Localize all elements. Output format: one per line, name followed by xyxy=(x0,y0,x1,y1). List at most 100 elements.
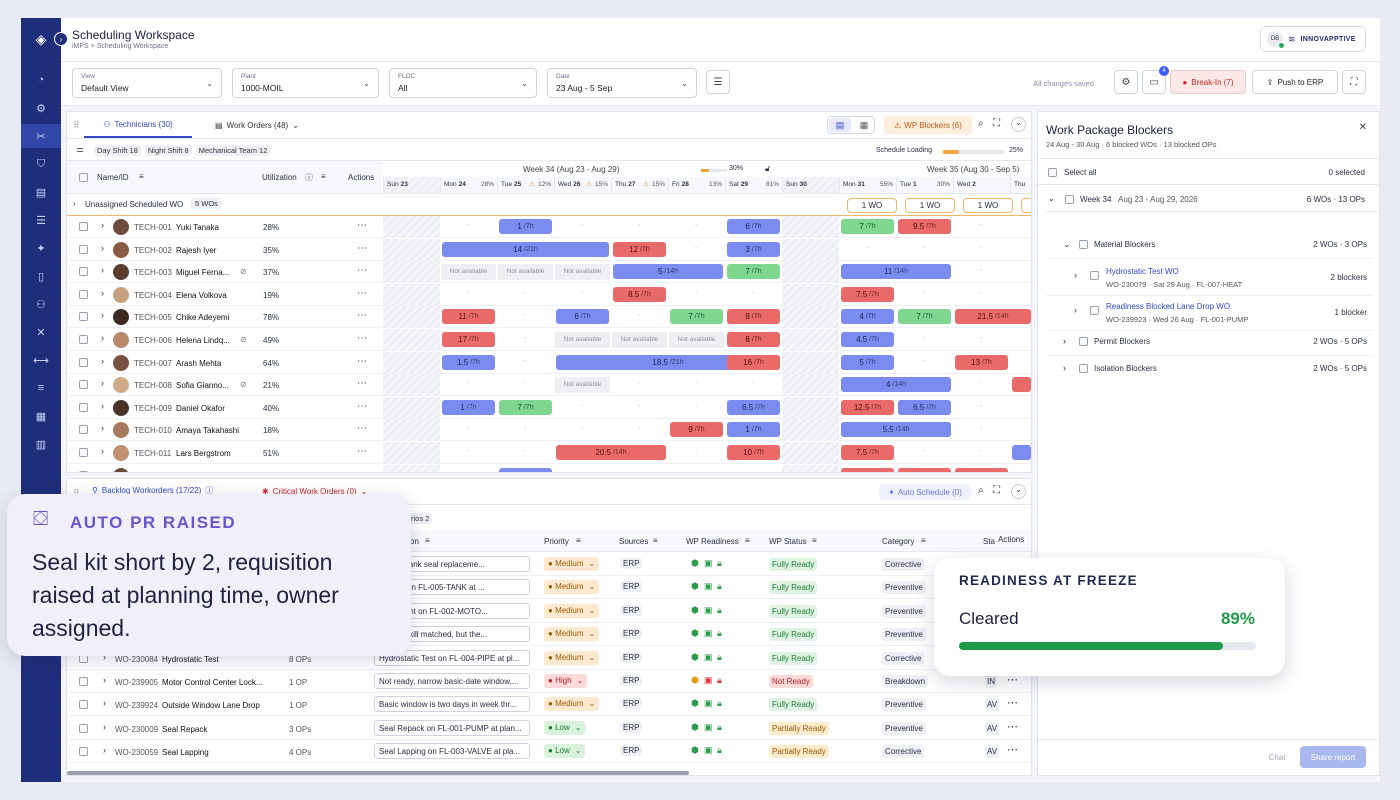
sparkle-icon[interactable]: ✦ xyxy=(21,236,61,260)
schedule-bar[interactable]: 12/7h xyxy=(613,241,666,257)
row-checkbox[interactable] xyxy=(79,402,88,412)
blocker-link[interactable]: Hydrostatic Test WO xyxy=(1106,267,1179,276)
archive-icon[interactable]: ▤ xyxy=(21,180,61,204)
schedule-bar[interactable]: 12.5/7h xyxy=(841,399,894,415)
gantt-view-icon[interactable]: ▤ xyxy=(829,118,851,132)
priority-select[interactable]: ● Low ⌄ xyxy=(544,720,586,735)
schedule-bar[interactable]: 16/7h xyxy=(727,354,780,370)
chevron-right-icon[interactable]: › xyxy=(101,310,104,320)
schedule-bar[interactable]: 6/7h xyxy=(556,309,609,325)
chevron-right-icon[interactable]: › xyxy=(73,199,76,208)
schedule-bar[interactable]: 1/7h xyxy=(727,422,780,438)
blocker-group[interactable]: › Isolation Blockers 2 WOs · 5 OPs xyxy=(1046,356,1373,382)
share-report-button[interactable]: Share report xyxy=(1300,746,1366,768)
messages-button[interactable]: ▭ 4 xyxy=(1142,66,1169,94)
priority-select[interactable]: ● Medium ⌄ xyxy=(544,650,600,665)
drag-handle-icon[interactable]: ⠿ xyxy=(73,120,80,131)
more-actions-icon[interactable]: ⋯ xyxy=(1007,720,1018,733)
more-actions-icon[interactable]: ⋯ xyxy=(357,401,367,412)
settings-button[interactable]: ⚙ xyxy=(1114,70,1138,94)
select-all-checkbox[interactable] xyxy=(1048,168,1057,177)
shift-chip[interactable]: Mechanical Team 12 xyxy=(195,145,271,156)
plant-select[interactable]: Plant 1000-MOIL ⌄ xyxy=(232,68,379,98)
filter-icon[interactable]: ≡ xyxy=(812,536,817,545)
schedule-bar[interactable]: 11/14h xyxy=(841,264,951,280)
row-checkbox[interactable] xyxy=(79,335,88,344)
more-actions-icon[interactable]: ⋯ xyxy=(1007,696,1018,709)
filter-icon[interactable]: ≡ xyxy=(745,536,750,545)
settings-cog-icon[interactable]: ⚙ xyxy=(21,96,61,120)
schedule-bar[interactable]: 4/7h xyxy=(841,309,894,325)
chevron-icon[interactable]: › xyxy=(1063,336,1066,346)
filter-icon[interactable]: ≡ xyxy=(921,536,926,545)
chevron-right-icon[interactable]: › xyxy=(101,288,104,298)
chevron-icon[interactable]: ⌄ xyxy=(1063,239,1071,250)
users-icon[interactable]: ⚇ xyxy=(21,292,61,316)
chevron-right-icon[interactable]: › xyxy=(103,698,106,708)
schedule-bar[interactable]: 7/7h xyxy=(727,264,780,280)
lock-icon[interactable]: 🔓︎ xyxy=(765,164,770,174)
priority-select[interactable]: ● Medium ⌄ xyxy=(544,697,600,712)
user-brand-menu[interactable]: DB ≋ INNOVAPPTIVE xyxy=(1260,26,1366,52)
more-actions-icon[interactable]: ⋯ xyxy=(357,243,367,254)
filter-icon[interactable]: ≡ xyxy=(576,536,581,545)
expand-rail-chevron-icon[interactable]: › xyxy=(54,32,68,46)
schedule-bar[interactable] xyxy=(1012,377,1031,393)
info-icon[interactable]: ⓘ xyxy=(305,172,313,183)
wo-description[interactable]: Seal Repack on FL-001-PUMP at plan... xyxy=(374,719,530,736)
schedule-bar[interactable]: 7/7h xyxy=(898,309,951,325)
sliders-icon[interactable]: ⚌ xyxy=(76,144,84,155)
schedule-bar[interactable]: 6.5/7h xyxy=(898,399,951,415)
group-checkbox[interactable] xyxy=(1079,337,1088,346)
schedule-bar[interactable]: 8.5/7h xyxy=(613,286,666,302)
chevron-right-icon[interactable]: › xyxy=(101,220,104,230)
schedule-bar[interactable]: 14/21h xyxy=(442,241,609,257)
search-icon[interactable]: ⌕ xyxy=(978,485,984,496)
tab-technicians[interactable]: ⚇ Technicians (30) xyxy=(84,112,192,138)
wo-description[interactable]: Seal Lapping on FL-003-VALVE at pla... xyxy=(374,743,530,760)
chevron-right-icon[interactable]: › xyxy=(1074,270,1077,280)
schedule-bar[interactable]: 7/7h xyxy=(499,399,552,415)
schedule-bar[interactable]: 11/7h xyxy=(442,309,495,325)
push-to-erp-button[interactable]: ⇪ Push to ERP xyxy=(1252,70,1338,94)
schedule-bar[interactable] xyxy=(955,467,1008,472)
schedule-bar[interactable]: 4.5/7h xyxy=(841,332,894,347)
group-checkbox[interactable] xyxy=(1079,364,1088,373)
chevron-right-icon[interactable]: › xyxy=(101,243,104,253)
more-actions-icon[interactable]: ⋯ xyxy=(357,423,367,434)
more-actions-icon[interactable]: ⋯ xyxy=(357,469,367,472)
schedule-bar[interactable]: 8/7h xyxy=(727,332,780,347)
wrench-icon[interactable]: ✕ xyxy=(21,320,61,344)
more-actions-icon[interactable]: ⋯ xyxy=(357,310,367,321)
schedule-bar[interactable]: 5/14h xyxy=(613,264,723,280)
row-checkbox[interactable] xyxy=(79,747,88,757)
chevron-right-icon[interactable]: › xyxy=(101,401,104,411)
schedule-bar[interactable]: 1/7h xyxy=(442,399,495,415)
row-checkbox[interactable] xyxy=(79,244,88,254)
backlog-row[interactable]: › WO-239905 Motor Control Center Lock... 1 … xyxy=(67,670,1031,693)
schedule-bar[interactable]: 21.5/14h xyxy=(955,309,1031,325)
chevron-right-icon[interactable]: › xyxy=(103,722,106,732)
row-checkbox[interactable] xyxy=(79,289,88,299)
collapse-chevron-icon[interactable]: ⌄ xyxy=(1011,484,1026,499)
more-actions-icon[interactable]: ⋯ xyxy=(357,220,367,231)
wp-blockers-button[interactable]: ⚠ WP Blockers (6) xyxy=(884,116,972,134)
priority-select[interactable]: ● Medium ⌄ xyxy=(544,557,600,571)
schedule-bar[interactable]: 9/7h xyxy=(727,309,780,325)
schedule-bar[interactable]: 9.5/7h xyxy=(898,219,951,234)
chevron-icon[interactable]: › xyxy=(1063,363,1066,373)
table-view-icon[interactable]: ▦ xyxy=(853,118,875,132)
schedule-bar[interactable] xyxy=(1012,445,1031,460)
schedule-bar[interactable]: 9/7h xyxy=(670,422,723,438)
chevron-right-icon[interactable]: › xyxy=(103,745,106,755)
chevron-right-icon[interactable]: › xyxy=(101,423,104,433)
calendar-icon[interactable]: ▦ xyxy=(21,404,61,428)
filter-button[interactable]: ☰ xyxy=(706,70,730,94)
wo-pill[interactable]: 1 WO xyxy=(847,198,897,213)
priority-select[interactable]: ● Medium ⌄ xyxy=(544,603,600,618)
filter-icon[interactable]: ≡ xyxy=(425,536,430,545)
more-actions-icon[interactable]: ⋯ xyxy=(1007,743,1018,756)
tools-icon[interactable]: ✂ xyxy=(21,124,61,148)
chevron-down-icon[interactable]: ⌄ xyxy=(1048,194,1055,203)
priority-select[interactable]: ● Low ⌄ xyxy=(544,744,586,759)
